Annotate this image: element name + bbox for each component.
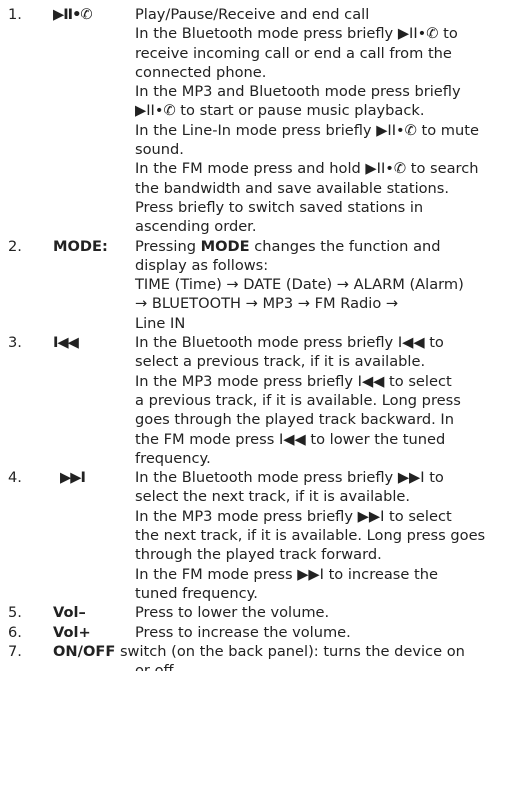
item-description: In the Bluetooth mode press briefly I◀◀ … xyxy=(135,334,461,467)
list-item: 2. MODE: Pressing MODE changes the funct… xyxy=(8,237,518,333)
vol-up-key-label: Vol+ xyxy=(53,623,91,641)
item-description: Pressing MODE changes the function and d… xyxy=(135,237,464,332)
list-item: 3. I◀◀ In the Bluetooth mode press brief… xyxy=(8,333,518,468)
item-description: In the Bluetooth mode press briefly ▶▶I … xyxy=(135,469,486,602)
item-description: Play/Pause/Receive and end call In the B… xyxy=(135,6,479,236)
item-number: 3. xyxy=(8,334,22,352)
list-item: 1. ▶II•✆ Play/Pause/Receive and end call… xyxy=(8,5,518,237)
item-number: 6. xyxy=(8,623,22,641)
on-off-key-label: ON/OFF xyxy=(53,642,116,660)
next-track-icon: ▶▶I xyxy=(60,469,86,487)
play-pause-call-icon: ▶II•✆ xyxy=(53,6,93,23)
item-number: 2. xyxy=(8,237,22,255)
list-item: 4. ▶▶I In the Bluetooth mode press brief… xyxy=(8,468,518,603)
vol-down-key-label: Vol– xyxy=(53,604,86,622)
mode-key-label: MODE: xyxy=(53,237,108,255)
item-number: 1. xyxy=(8,6,22,23)
list-item: 7. ON/OFF switch (on the back panel): tu… xyxy=(8,642,518,671)
item-description: Press to increase the volume. xyxy=(135,623,351,641)
list-item: 5. Vol– Press to lower the volume. xyxy=(8,603,518,622)
item-description: ON/OFF switch (on the back panel): turns… xyxy=(53,642,465,660)
list-item: 6. Vol+ Press to increase the volume. xyxy=(8,623,518,642)
inline-key-ref: MODE xyxy=(200,237,250,255)
previous-track-icon: I◀◀ xyxy=(53,334,79,352)
instruction-list: 1. ▶II•✆ Play/Pause/Receive and end call… xyxy=(8,5,518,671)
item-number: 7. xyxy=(8,642,22,660)
item-description: Press to lower the volume. xyxy=(135,604,330,622)
item-number: 5. xyxy=(8,604,22,622)
item-number: 4. xyxy=(8,469,22,487)
